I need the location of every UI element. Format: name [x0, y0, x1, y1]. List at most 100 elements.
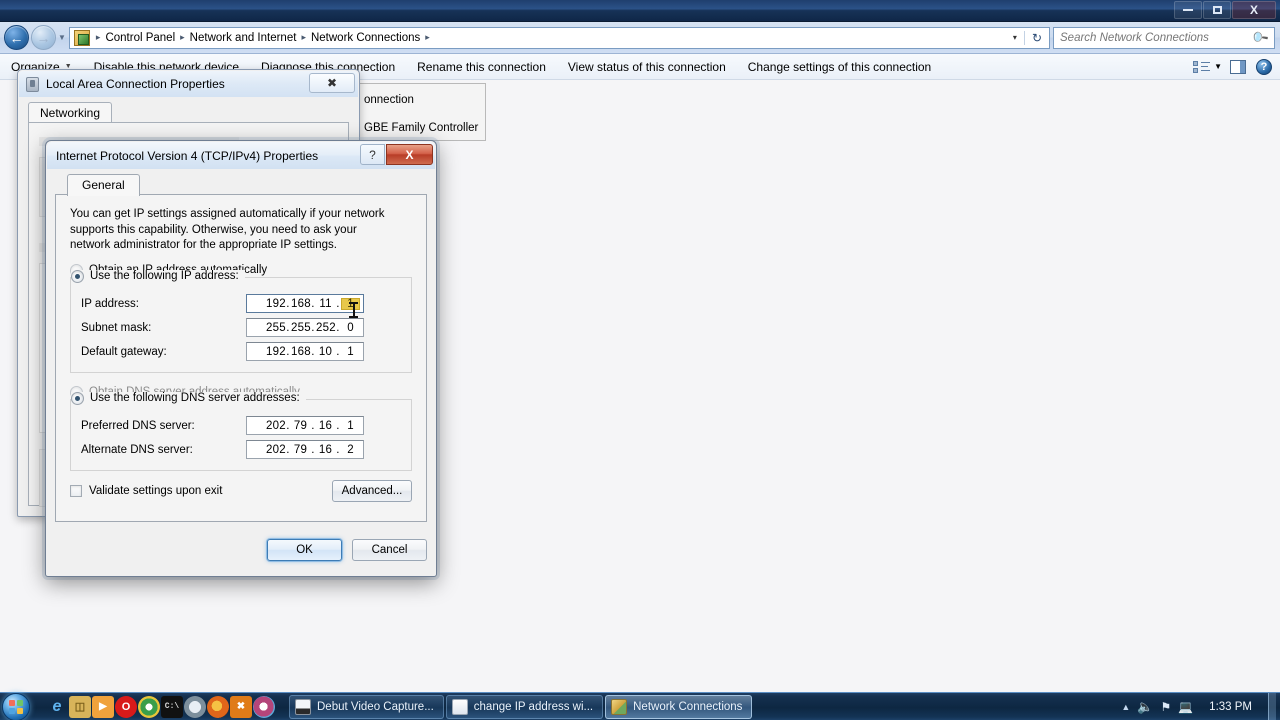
- search-input[interactable]: Search Network Connections 🔍: [1053, 26, 1275, 49]
- quick-launch-bar: e ◫ ▶ O C:\ ✖: [46, 695, 275, 718]
- alternate-dns-input[interactable]: 202 . 79 . 16 . 2: [246, 440, 364, 459]
- pdns-octet-3[interactable]: 1: [341, 420, 360, 432]
- rename-connection-button[interactable]: Rename this connection: [406, 54, 557, 80]
- maxthon-icon[interactable]: ✖: [230, 695, 252, 718]
- pdns-octet-2[interactable]: 16: [316, 420, 335, 432]
- radio-use-following-ip[interactable]: Use the following IP address:: [71, 269, 245, 283]
- adns-octet-1[interactable]: 79: [291, 444, 310, 456]
- taskbar-button-change-ip-address[interactable]: change IP address wi...: [445, 694, 604, 719]
- validate-settings-checkbox[interactable]: [70, 484, 82, 497]
- pdns-octet-1[interactable]: 79: [291, 420, 310, 432]
- adns-octet-3[interactable]: 2: [341, 444, 360, 456]
- breadcrumb-sep-1[interactable]: ▸: [177, 32, 188, 43]
- subnet-octet-1[interactable]: 255: [291, 322, 311, 334]
- view-chevron-down-icon[interactable]: ▼: [1212, 62, 1228, 71]
- subnet-octet-2[interactable]: 252: [316, 322, 336, 334]
- network-adapter-icon: [26, 76, 39, 92]
- ipv4-help-button[interactable]: ?: [360, 144, 385, 165]
- ok-button[interactable]: OK: [267, 539, 342, 561]
- search-icon: 🔍: [1249, 27, 1270, 48]
- gateway-octet-3[interactable]: 1: [341, 346, 360, 358]
- command-bar-right: ▼ ?: [1193, 58, 1280, 75]
- lac-title-bar[interactable]: Local Area Connection Properties ✖: [19, 71, 358, 97]
- ipv4-title-bar[interactable]: Internet Protocol Version 4 (TCP/IPv4) P…: [47, 142, 435, 169]
- forward-button[interactable]: →: [31, 25, 56, 50]
- ip-address-row: IP address: 192 . 168 . 11 . 1: [81, 292, 411, 316]
- gateway-octet-0[interactable]: 192: [266, 346, 286, 358]
- preview-pane-icon[interactable]: [1230, 59, 1246, 74]
- subnet-octet-0[interactable]: 255: [266, 322, 286, 334]
- browser-icon[interactable]: [253, 695, 275, 718]
- subnet-octet-3[interactable]: 0: [341, 322, 360, 334]
- default-gateway-input[interactable]: 192 . 168 . 10 . 1: [246, 342, 364, 361]
- change-view-icon[interactable]: [1193, 60, 1211, 74]
- adapter-popup-line-1: onnection: [364, 94, 414, 106]
- window-title-bar[interactable]: X: [0, 0, 1280, 22]
- close-button[interactable]: X: [1232, 1, 1276, 19]
- ipv4-title-buttons: ? X: [360, 144, 433, 165]
- opera-icon[interactable]: O: [115, 695, 137, 718]
- tab-networking[interactable]: Networking: [28, 102, 113, 124]
- address-bar[interactable]: ▸ Control Panel ▸ Network and Internet ▸…: [68, 26, 1050, 49]
- ipv4-title-text: Internet Protocol Version 4 (TCP/IPv4) P…: [56, 148, 319, 163]
- show-desktop-button[interactable]: [1268, 692, 1276, 720]
- show-hidden-icons-button[interactable]: ▲: [1121, 702, 1130, 712]
- default-gateway-row: Default gateway: 192 . 168 . 10 . 1: [81, 340, 411, 364]
- radio-use-following-dns-label: Use the following DNS server addresses:: [90, 392, 300, 404]
- lac-close-button[interactable]: ✖: [309, 73, 355, 93]
- safari-icon[interactable]: [184, 695, 206, 718]
- address-dropdown-icon[interactable]: ▾: [1006, 33, 1024, 42]
- view-status-button[interactable]: View status of this connection: [557, 54, 737, 80]
- back-button[interactable]: ←: [4, 25, 29, 50]
- tab-general[interactable]: General: [67, 174, 140, 196]
- ip-octet-0[interactable]: 192: [266, 298, 286, 310]
- minimize-button[interactable]: [1174, 1, 1202, 19]
- refresh-icon[interactable]: ↻: [1023, 30, 1049, 45]
- restore-button[interactable]: [1203, 1, 1231, 19]
- clock[interactable]: 1:33 PM: [1200, 701, 1261, 713]
- radio-use-following-dns[interactable]: Use the following DNS server addresses:: [71, 391, 306, 405]
- ip-octet-1[interactable]: 168: [291, 298, 311, 310]
- flag-icon[interactable]: ⚑: [1160, 700, 1171, 714]
- pdns-octet-0[interactable]: 202: [266, 420, 286, 432]
- taskbar-button-network-connections[interactable]: Network Connections: [605, 694, 753, 719]
- help-icon[interactable]: ?: [1256, 58, 1272, 75]
- gateway-octet-2[interactable]: 10: [316, 346, 335, 358]
- taskbar-button-debut-video-capture[interactable]: Debut Video Capture...: [289, 694, 444, 719]
- volume-icon[interactable]: 🔈: [1137, 699, 1153, 715]
- ip-address-label: IP address:: [81, 297, 139, 310]
- change-settings-button[interactable]: Change settings of this connection: [737, 54, 942, 80]
- start-button[interactable]: [2, 692, 30, 720]
- ipv4-close-button[interactable]: X: [386, 144, 433, 165]
- ip-octet-3[interactable]: 1: [341, 297, 360, 310]
- window-controls: X: [1174, 1, 1276, 19]
- ip-octet-2[interactable]: 11: [316, 298, 335, 310]
- advanced-button[interactable]: Advanced...: [332, 479, 412, 502]
- media-player-icon[interactable]: ▶: [92, 695, 114, 718]
- windows-logo-icon: [9, 699, 23, 714]
- breadcrumb-sep-2[interactable]: ▸: [298, 32, 309, 43]
- firefox-icon[interactable]: [207, 695, 229, 718]
- breadcrumb-network-and-internet[interactable]: Network and Internet: [188, 32, 299, 44]
- alternate-dns-row: Alternate DNS server: 202 . 79 . 16 . 2: [81, 438, 411, 462]
- debut-video-capture-icon: [295, 698, 311, 715]
- preferred-dns-input[interactable]: 202 . 79 . 16 . 1: [246, 416, 364, 435]
- network-icon[interactable]: 💻: [1178, 700, 1193, 714]
- gateway-octet-1[interactable]: 168: [291, 346, 311, 358]
- windows-explorer-icon[interactable]: ◫: [69, 695, 91, 718]
- adns-octet-2[interactable]: 16: [316, 444, 335, 456]
- ip-address-input[interactable]: 192 . 168 . 11 . 1: [246, 294, 364, 313]
- recent-pages-caret-icon[interactable]: ▼: [58, 33, 66, 42]
- breadcrumb-network-connections[interactable]: Network Connections: [309, 32, 422, 44]
- adapter-popup-line-2: GBE Family Controller: [364, 122, 479, 134]
- internet-explorer-icon[interactable]: e: [46, 696, 68, 718]
- breadcrumb-control-panel[interactable]: Control Panel: [103, 32, 177, 44]
- cancel-button[interactable]: Cancel: [352, 539, 427, 561]
- adns-octet-0[interactable]: 202: [266, 444, 286, 456]
- system-tray: ▲ 🔈 ⚑ 💻 1:33 PM: [1121, 692, 1280, 720]
- subnet-mask-label: Subnet mask:: [81, 321, 152, 334]
- subnet-mask-input[interactable]: 255 . 255 . 252 . 0: [246, 318, 364, 337]
- breadcrumb-sep-3[interactable]: ▸: [422, 32, 433, 43]
- command-prompt-icon[interactable]: C:\: [161, 695, 183, 718]
- chrome-icon[interactable]: [138, 695, 160, 718]
